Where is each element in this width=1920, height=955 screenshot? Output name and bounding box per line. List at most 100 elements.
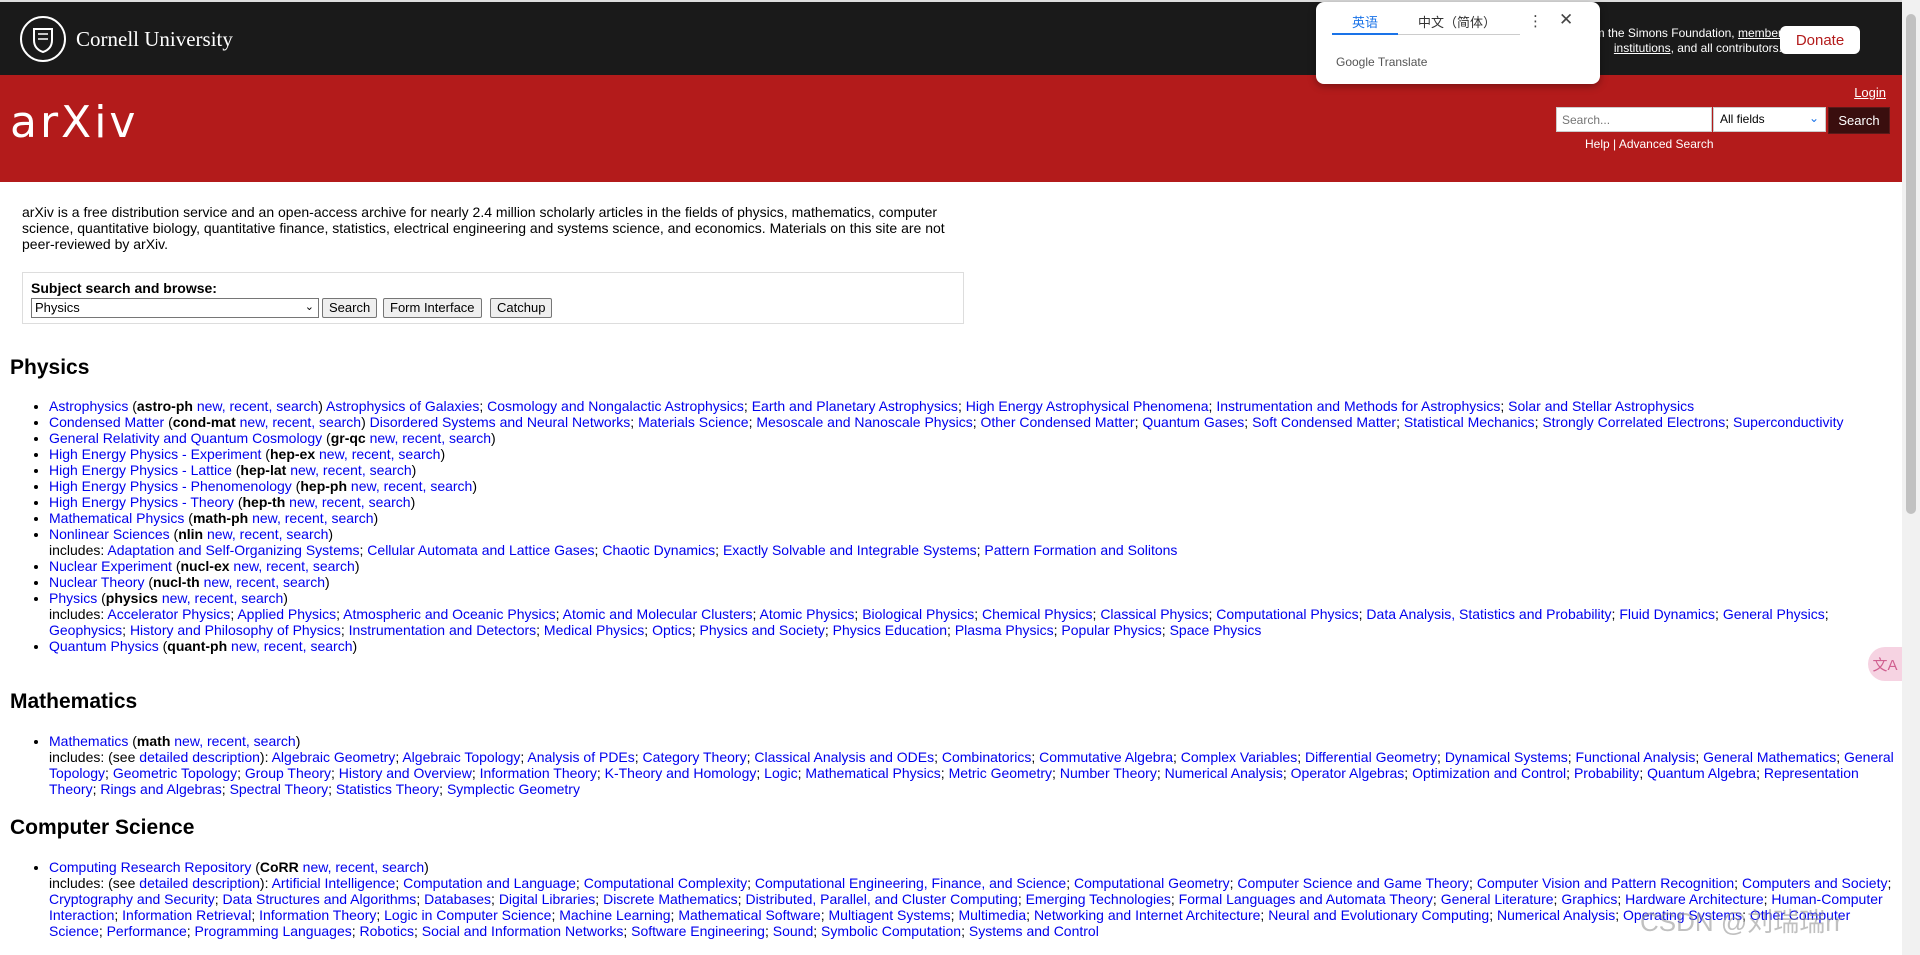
subcategory-link[interactable]: Algebraic Topology [402, 749, 520, 765]
search-link[interactable]: search [283, 574, 325, 590]
subcategory-link[interactable]: Atomic and Molecular Clusters [563, 606, 753, 622]
subcategory-link[interactable]: Superconductivity [1733, 414, 1844, 430]
subject-select[interactable]: Physics ⌄ [31, 298, 319, 318]
subcategory-link[interactable]: Data Analysis, Statistics and Probabilit… [1366, 606, 1611, 622]
subcategory-link[interactable]: Computer Science and Game Theory [1237, 875, 1469, 891]
recent-link[interactable]: recent [384, 478, 423, 494]
form-interface-button[interactable]: Form Interface [383, 298, 482, 318]
subcategory-link[interactable]: Information Theory [480, 765, 597, 781]
new-link[interactable]: new [351, 478, 376, 494]
subcategory-link[interactable]: Computational Complexity [584, 875, 747, 891]
subcategory-link[interactable]: Optics [652, 622, 692, 638]
subcategory-link[interactable]: Numerical Analysis [1165, 765, 1283, 781]
scrollbar-thumb[interactable] [1906, 14, 1916, 514]
help-link[interactable]: Help [1585, 137, 1610, 151]
recent-link[interactable]: recent [323, 462, 362, 478]
subcategory-link[interactable]: Discrete Mathematics [603, 891, 738, 907]
archive-link[interactable]: Nuclear Experiment [49, 558, 172, 574]
subcategory-link[interactable]: Robotics [360, 923, 414, 939]
translate-tab-chinese[interactable]: 中文（简体） [1418, 12, 1496, 31]
subcategory-link[interactable]: Machine Learning [559, 907, 670, 923]
subcategory-link[interactable]: Graphics [1561, 891, 1617, 907]
subcategory-link[interactable]: Computers and Society [1742, 875, 1888, 891]
subcategory-link[interactable]: Combinatorics [942, 749, 1031, 765]
new-link[interactable]: new [231, 638, 256, 654]
subcategory-link[interactable]: Fluid Dynamics [1619, 606, 1715, 622]
subcategory-link[interactable]: Distributed, Parallel, and Cluster Compu… [745, 891, 1017, 907]
new-link[interactable]: new [290, 462, 315, 478]
search-link[interactable]: search [319, 414, 361, 430]
subcategory-link[interactable]: Computational Engineering, Finance, and … [755, 875, 1066, 891]
subcategory-link[interactable]: Symplectic Geometry [447, 781, 580, 797]
subcategory-link[interactable]: Soft Condensed Matter [1252, 414, 1396, 430]
new-link[interactable]: new [207, 526, 232, 542]
search-button[interactable]: Search [1828, 107, 1890, 134]
new-link[interactable]: new [197, 398, 222, 414]
subcategory-link[interactable]: Spectral Theory [230, 781, 329, 797]
subcategory-link[interactable]: Mathematical Physics [805, 765, 940, 781]
donate-button[interactable]: Donate [1780, 26, 1860, 54]
subcategory-link[interactable]: Cellular Automata and Lattice Gases [367, 542, 594, 558]
recent-link[interactable]: recent [264, 638, 303, 654]
subcategory-link[interactable]: High Energy Astrophysical Phenomena [966, 398, 1209, 414]
subcategory-link[interactable]: Adaptation and Self-Organizing Systems [107, 542, 359, 558]
subcategory-link[interactable]: Earth and Planetary Astrophysics [752, 398, 958, 414]
subcategory-link[interactable]: Geometric Topology [113, 765, 237, 781]
subcategory-link[interactable]: Computer Vision and Pattern Recognition [1477, 875, 1734, 891]
subcategory-link[interactable]: Classical Physics [1100, 606, 1208, 622]
recent-link[interactable]: recent [285, 510, 324, 526]
archive-link[interactable]: High Energy Physics - Theory [49, 494, 234, 510]
subcategory-link[interactable]: Mathematical Software [678, 907, 820, 923]
subcategory-link[interactable]: Probability [1574, 765, 1639, 781]
subcategory-link[interactable]: Category Theory [643, 749, 747, 765]
subcategory-link[interactable]: Pattern Formation and Solitons [984, 542, 1177, 558]
recent-link[interactable]: recent [352, 446, 391, 462]
subcategory-link[interactable]: Atmospheric and Oceanic Physics [343, 606, 555, 622]
subcategory-link[interactable]: Optimization and Control [1412, 765, 1566, 781]
archive-link[interactable]: High Energy Physics - Phenomenology [49, 478, 292, 494]
subcategory-link[interactable]: Analysis of PDEs [527, 749, 634, 765]
search-link[interactable]: search [313, 558, 355, 574]
subcategory-link[interactable]: Logic in Computer Science [384, 907, 551, 923]
subcategory-link[interactable]: Classical Analysis and ODEs [754, 749, 934, 765]
subcategory-link[interactable]: Chemical Physics [982, 606, 1092, 622]
subcategory-link[interactable]: Multimedia [958, 907, 1026, 923]
archive-link[interactable]: High Energy Physics - Experiment [49, 446, 261, 462]
subcategory-link[interactable]: Mesoscale and Nanoscale Physics [756, 414, 972, 430]
subcategory-link[interactable]: Other Condensed Matter [980, 414, 1134, 430]
new-link[interactable]: new [319, 446, 344, 462]
new-link[interactable]: new [303, 859, 328, 875]
archive-link[interactable]: Mathematical Physics [49, 510, 184, 526]
cornell-logo[interactable]: Cornell University [20, 16, 233, 62]
subcategory-link[interactable]: Statistics Theory [336, 781, 439, 797]
subcategory-link[interactable]: Sound [773, 923, 813, 939]
subcategory-link[interactable]: Quantum Gases [1142, 414, 1244, 430]
subcategory-link[interactable]: Statistical Mechanics [1404, 414, 1535, 430]
recent-link[interactable]: recent [230, 398, 269, 414]
search-link[interactable]: search [449, 430, 491, 446]
subcategory-link[interactable]: Applied Physics [237, 606, 336, 622]
new-link[interactable]: new [240, 414, 265, 430]
subcategory-link[interactable]: Artificial Intelligence [272, 875, 396, 891]
subcategory-link[interactable]: Computational Physics [1216, 606, 1358, 622]
subcategory-link[interactable]: Performance [107, 923, 187, 939]
new-link[interactable]: new [233, 558, 258, 574]
search-link[interactable]: search [430, 478, 472, 494]
subcategory-link[interactable]: Logic [764, 765, 797, 781]
archive-link[interactable]: Quantum Physics [49, 638, 159, 654]
new-link[interactable]: new [174, 733, 199, 749]
subcategory-link[interactable]: Metric Geometry [949, 765, 1052, 781]
subcategory-link[interactable]: General Mathematics [1703, 749, 1836, 765]
archive-link[interactable]: General Relativity and Quantum Cosmology [49, 430, 322, 446]
new-link[interactable]: new [252, 510, 277, 526]
subcategory-link[interactable]: Commutative Algebra [1039, 749, 1173, 765]
subcategory-link[interactable]: Formal Languages and Automata Theory [1179, 891, 1433, 907]
subcategory-link[interactable]: Chaotic Dynamics [602, 542, 715, 558]
search-link[interactable]: search [254, 733, 296, 749]
search-link[interactable]: search [276, 398, 318, 414]
subcategory-link[interactable]: Social and Information Networks [422, 923, 624, 939]
new-link[interactable]: new [204, 574, 229, 590]
subcategory-link[interactable]: Operator Algebras [1291, 765, 1405, 781]
subcategory-link[interactable]: Information Theory [259, 907, 376, 923]
archive-link[interactable]: Nuclear Theory [49, 574, 144, 590]
